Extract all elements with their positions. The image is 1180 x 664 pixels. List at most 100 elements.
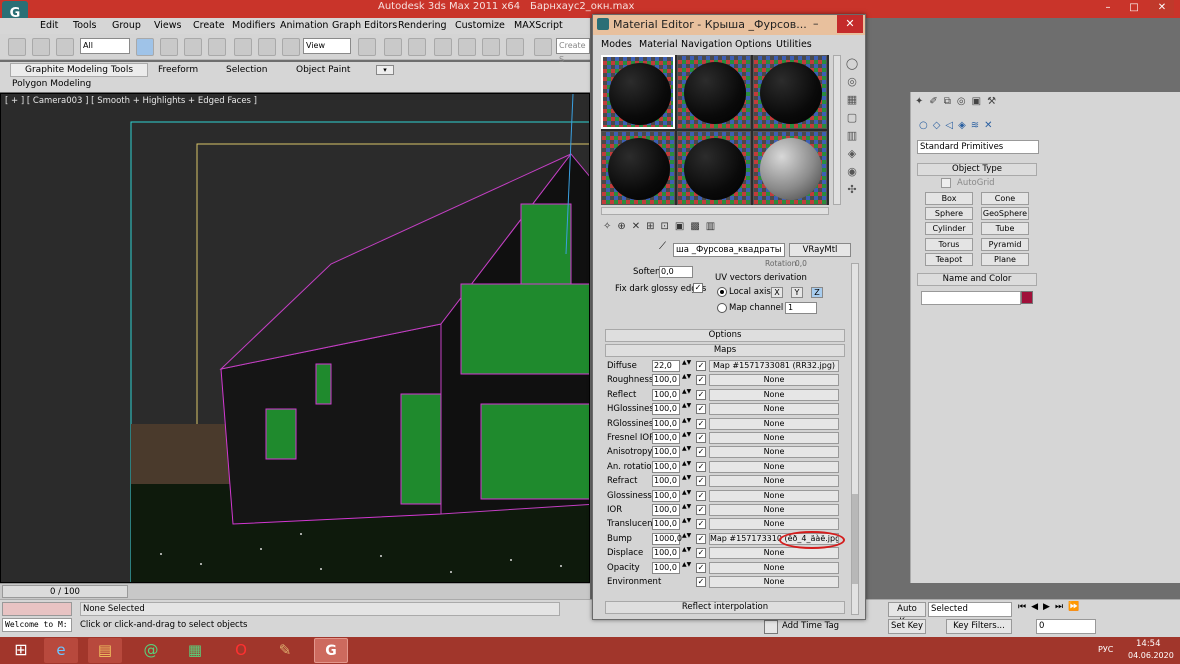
maximize-button[interactable]: □	[1122, 0, 1146, 16]
map-amount-field[interactable]: 22,0	[652, 360, 680, 372]
local-axis-radio[interactable]	[717, 287, 727, 297]
cone-button[interactable]: Cone	[981, 192, 1029, 205]
map-slot-button[interactable]: None	[709, 374, 839, 387]
map-slot-button[interactable]: None	[709, 388, 839, 401]
slots-vscrollbar[interactable]	[833, 55, 841, 205]
geosphere-button[interactable]: GeoSphere	[981, 207, 1029, 220]
map-amount-field[interactable]: 100,0	[652, 547, 680, 560]
spinner-icon[interactable]: ▲▼	[682, 460, 691, 473]
map-enable-checkbox[interactable]: ✓	[696, 375, 706, 386]
map-enable-checkbox[interactable]: ✓	[696, 476, 706, 487]
autogrid-checkbox[interactable]	[941, 178, 951, 188]
map-enable-checkbox[interactable]: ✓	[696, 389, 706, 400]
script-output[interactable]: Welcome to M:	[2, 618, 72, 632]
sphere-button[interactable]: Sphere	[925, 207, 973, 220]
map-amount-field[interactable]: 100,0	[652, 475, 680, 488]
map-enable-checkbox[interactable]: ✓	[696, 433, 706, 443]
map-slot-button[interactable]: None	[709, 403, 839, 416]
spinner-icon[interactable]: ▲▼	[682, 446, 691, 458]
map-amount-field[interactable]: 100,0	[652, 432, 680, 444]
move-icon[interactable]	[234, 38, 252, 56]
map-enable-checkbox[interactable]: ✓	[696, 404, 706, 415]
spinner-icon[interactable]: ▲▼	[682, 547, 691, 559]
map-enable-checkbox[interactable]: ✓	[696, 461, 706, 472]
plane-button[interactable]: Plane	[981, 253, 1029, 266]
map-enable-checkbox[interactable]: ✓	[696, 361, 706, 371]
close-button[interactable]: ✕	[837, 15, 863, 33]
menu-navigation[interactable]: Navigation	[681, 39, 732, 50]
map-enable-checkbox[interactable]: ✓	[696, 447, 706, 458]
spinner-icon[interactable]: ▲▼	[682, 360, 691, 372]
menu-graph-editors[interactable]: Graph Editors	[332, 20, 397, 31]
auto-key-button[interactable]: Auto Key	[888, 602, 926, 627]
select-manipulate-icon[interactable]	[384, 38, 402, 56]
time-slider-thumb[interactable]: 0 / 100	[2, 585, 128, 598]
map-channel-field[interactable]: 1	[785, 302, 817, 314]
start-windows-icon[interactable]: ⊞	[4, 638, 38, 663]
key-filters-button[interactable]: Key Filters...	[946, 619, 1012, 634]
time-slider[interactable]: 0 / 100	[0, 583, 590, 599]
map-amount-field[interactable]: 1000,0	[652, 532, 682, 545]
map-slot-button[interactable]: None	[709, 547, 839, 560]
clock-date[interactable]: 04.06.2020	[1128, 651, 1174, 660]
cylinder-button[interactable]: Cylinder	[925, 222, 973, 235]
internet-explorer-icon[interactable]: e	[44, 638, 78, 663]
menu-edit[interactable]: Edit	[40, 20, 58, 31]
current-frame-field[interactable]: 0	[1036, 619, 1096, 634]
box-button[interactable]: Box	[925, 192, 973, 205]
3dsmax-task-icon[interactable]: G	[314, 638, 348, 663]
map-slot-button[interactable]: None	[709, 417, 839, 430]
unlink-icon[interactable]	[32, 38, 50, 56]
minimize-button[interactable]: –	[1096, 0, 1120, 16]
map-amount-field[interactable]: 100,0	[652, 417, 680, 430]
options-rollout[interactable]: Options	[605, 329, 845, 342]
map-enable-checkbox[interactable]: ✓	[696, 533, 706, 544]
primitive-type-dropdown[interactable]: Standard Primitives	[917, 140, 1039, 154]
map-amount-field[interactable]: 100,0	[652, 374, 680, 387]
sample-slot[interactable]	[601, 131, 675, 205]
menu-create[interactable]: Create	[193, 20, 225, 31]
menu-views[interactable]: Views	[154, 20, 182, 31]
spinner-icon[interactable]: ▲▼	[682, 475, 691, 487]
map-slot-button[interactable]: None	[709, 576, 839, 588]
maps-rollout[interactable]: Maps	[605, 344, 845, 357]
spinner-snap-icon[interactable]	[506, 38, 524, 56]
bind-spacewarp-icon[interactable]	[56, 38, 74, 56]
menu-material[interactable]: Material	[639, 39, 678, 50]
close-button[interactable]: ✕	[1150, 0, 1174, 16]
playback-controls[interactable]: ⏮◀▶⏭⏩	[1018, 602, 1132, 617]
select-by-name-icon[interactable]	[160, 38, 178, 56]
spinner-icon[interactable]: ▲▼	[682, 388, 691, 401]
pivot-icon[interactable]	[358, 38, 376, 56]
object-type-rollout[interactable]: Object Type	[917, 163, 1037, 176]
time-tag-icon[interactable]	[764, 620, 778, 634]
map-amount-field[interactable]: 100,0	[652, 489, 680, 502]
sample-slot[interactable]	[601, 55, 675, 129]
spinner-icon[interactable]: ▲▼	[682, 489, 691, 502]
map-enable-checkbox[interactable]: ✓	[696, 577, 706, 587]
key-mode-dropdown[interactable]: Selected	[928, 602, 1012, 617]
map-slot-button[interactable]: None	[709, 489, 839, 502]
map-channel-radio[interactable]	[717, 303, 727, 313]
link-icon[interactable]	[8, 38, 26, 56]
spreadsheet-icon[interactable]: ▦	[178, 638, 212, 663]
rotate-icon[interactable]	[258, 38, 276, 56]
command-panel-tabs[interactable]: ✦✐⧉◎▣⚒	[915, 96, 1045, 112]
map-slot-button[interactable]: None	[709, 518, 839, 531]
edit-named-selection-icon[interactable]	[534, 38, 552, 56]
params-vscrollbar[interactable]	[851, 263, 859, 615]
teapot-button[interactable]: Teapot	[925, 253, 973, 266]
torus-button[interactable]: Torus	[925, 238, 973, 251]
sample-slot[interactable]	[677, 131, 751, 205]
rotation-value[interactable]: 0,0	[795, 259, 807, 268]
menu-options[interactable]: Options	[735, 39, 772, 50]
spinner-icon[interactable]: ▲▼	[682, 561, 691, 574]
opera-icon[interactable]: O	[224, 638, 258, 663]
map-enable-checkbox[interactable]: ✓	[696, 562, 706, 573]
spinner-icon[interactable]: ▲▼	[682, 518, 691, 530]
tab-freeform[interactable]: Freeform	[158, 65, 198, 75]
map-enable-checkbox[interactable]: ✓	[696, 418, 706, 429]
selection-filter-dropdown[interactable]: All	[80, 38, 130, 54]
tab-graphite-modeling[interactable]: Graphite Modeling Tools	[10, 63, 149, 77]
angle-snap-icon[interactable]	[458, 38, 476, 56]
